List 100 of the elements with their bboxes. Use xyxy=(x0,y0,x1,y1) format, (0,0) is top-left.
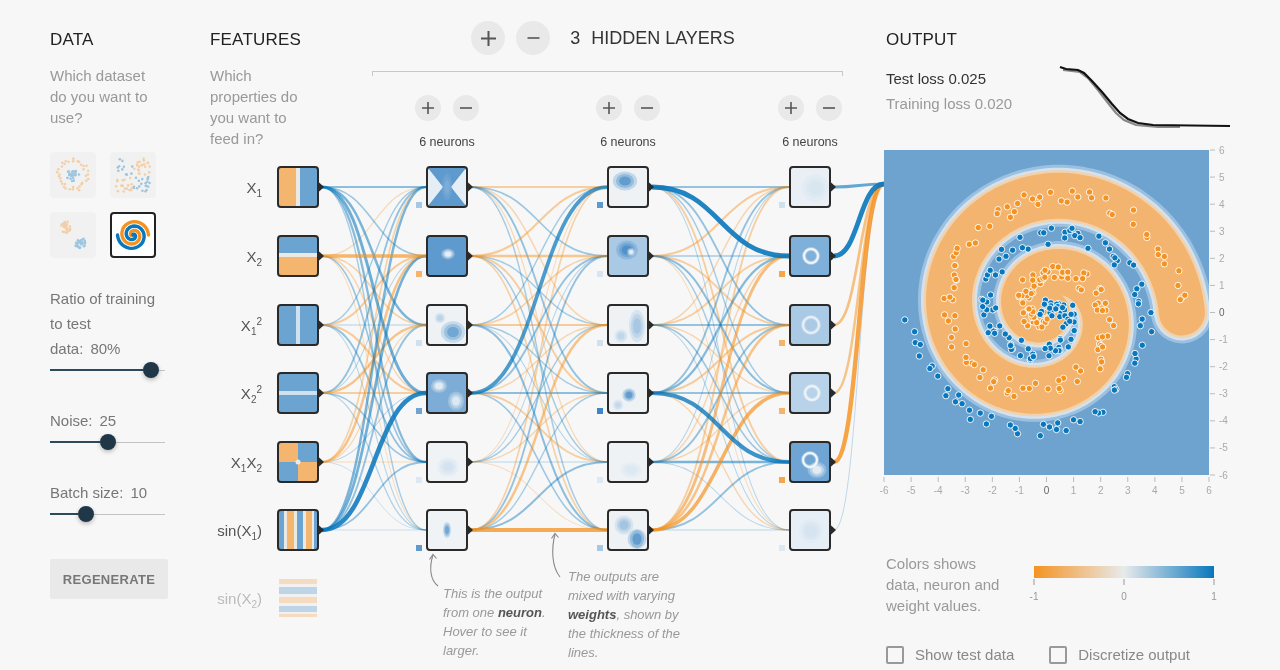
axis-label: -5 xyxy=(906,485,916,496)
annotation-text: The outputs are mixed with varying weights, shown by the thickness of the lines. xyxy=(568,568,681,662)
feature-node[interactable] xyxy=(277,509,325,551)
add-neuron-button[interactable] xyxy=(415,95,441,121)
axis-label: -6 xyxy=(879,485,889,496)
remove-neuron-button[interactable] xyxy=(453,95,479,121)
checkbox[interactable] xyxy=(1049,646,1068,664)
checkbox-label: Discretize output xyxy=(1078,646,1190,664)
neuron-count: 6 neurons xyxy=(782,135,838,150)
bias-square-icon xyxy=(779,408,785,414)
bias-square-icon xyxy=(416,408,422,414)
axis-label: -1 xyxy=(1014,485,1024,496)
bias-square-icon xyxy=(597,271,603,277)
ring-dots-icon xyxy=(54,156,92,194)
axis-label: -6 xyxy=(1219,469,1228,481)
checkbox[interactable] xyxy=(886,646,904,664)
feature-node[interactable] xyxy=(277,441,325,483)
slider-label: Batch size: 10 xyxy=(50,483,149,503)
feature-node[interactable] xyxy=(277,304,325,346)
bias-square-icon xyxy=(416,545,422,551)
slider-label: Noise: 25 xyxy=(50,411,118,431)
axis-label: 1 xyxy=(1219,279,1225,291)
slider-thumb[interactable] xyxy=(77,506,94,522)
slider-thumb[interactable] xyxy=(99,434,116,450)
add-neuron-button[interactable] xyxy=(778,95,804,121)
scale-label: 1 xyxy=(1211,591,1217,602)
scale-label: -1 xyxy=(1029,591,1039,602)
layer-count: 3 xyxy=(570,27,581,49)
regenerate-button[interactable]: REGENERATE xyxy=(50,559,168,599)
feature-label: X$_{1}$ xyxy=(245,178,262,196)
bias-square-icon xyxy=(416,202,422,208)
plus-icon xyxy=(603,102,615,114)
bias-square-icon xyxy=(597,202,603,208)
axis-label: -2 xyxy=(1219,361,1228,373)
neuron-node xyxy=(789,166,837,208)
neuron-node xyxy=(789,441,837,483)
axis-label: -4 xyxy=(1219,415,1228,427)
feature-label: X$_{2}$ xyxy=(245,247,262,265)
neuron-count: 6 neurons xyxy=(419,135,475,150)
section-title: HIDDEN LAYERS xyxy=(591,27,735,49)
add-neuron-button[interactable] xyxy=(596,95,622,121)
plus-icon xyxy=(480,30,496,46)
curved-arrow-icon xyxy=(427,553,441,587)
neuron-node xyxy=(607,304,655,346)
training-loss: Training loss 0.020 xyxy=(886,94,1014,114)
axis-label: 6 xyxy=(1206,485,1212,496)
feature-label: sin(X$_{1}$) xyxy=(216,521,262,539)
bias-square-icon xyxy=(779,340,785,346)
axis-label: 2 xyxy=(1097,485,1104,496)
bias-square-icon xyxy=(779,545,785,551)
neuron-node xyxy=(607,166,655,208)
neuron-node xyxy=(426,372,474,414)
bias-square-icon xyxy=(779,477,785,483)
feature-node[interactable] xyxy=(277,235,325,277)
quadrant-dots-icon xyxy=(114,156,152,194)
remove-neuron-button[interactable] xyxy=(634,95,660,121)
section-title: OUTPUT xyxy=(886,30,959,50)
axis-label: 5 xyxy=(1179,485,1185,496)
bias-square-icon xyxy=(597,340,603,346)
axis-label: 2 xyxy=(1219,252,1225,264)
axis-label: 0 xyxy=(1043,485,1050,496)
bias-square-icon xyxy=(597,545,603,551)
axis-label: 3 xyxy=(1124,485,1131,496)
test-loss: Test loss 0.025 xyxy=(886,69,988,89)
axis-label: -5 xyxy=(1219,442,1228,454)
feature-node[interactable] xyxy=(277,372,325,414)
curved-arrow-icon xyxy=(549,532,563,578)
feature-node[interactable] xyxy=(277,166,325,208)
add-layer-button[interactable] xyxy=(471,21,506,55)
bias-square-icon xyxy=(779,271,785,277)
minus-icon xyxy=(460,107,472,109)
feature-label: X$_{1}$X$_{2}$ xyxy=(229,453,262,471)
neuron-node xyxy=(789,235,837,277)
axis-label: 0 xyxy=(1219,307,1225,318)
slider-thumb[interactable] xyxy=(143,362,160,378)
axis-label: -3 xyxy=(960,485,970,496)
axis-label: 4 xyxy=(1152,485,1158,496)
feature-label: sin(X$_{2}$) xyxy=(216,589,262,607)
bias-square-icon xyxy=(416,477,422,483)
axis-label: 1 xyxy=(1070,485,1077,496)
minus-icon xyxy=(823,107,835,109)
neuron-node xyxy=(426,509,474,551)
checkbox-label: Show test data xyxy=(915,646,1015,664)
legend-text: Colors shows data, neuron and weight values. xyxy=(886,554,1001,616)
axis-label: -4 xyxy=(933,485,943,496)
neuron-node xyxy=(789,509,837,551)
neuron-node xyxy=(607,235,655,277)
neuron-node xyxy=(607,441,655,483)
axis-label: 3 xyxy=(1219,225,1225,237)
neuron-node xyxy=(426,304,474,346)
axis-label: 5 xyxy=(1219,171,1225,183)
axis-label: -1 xyxy=(1219,334,1228,346)
section-title: FEATURES xyxy=(210,30,303,50)
section-description: Which dataset do you want to use? xyxy=(50,66,149,128)
neuron-node xyxy=(789,304,837,346)
neuron-count: 6 neurons xyxy=(600,135,656,150)
neuron-node xyxy=(789,372,837,414)
minus-icon xyxy=(641,107,653,109)
remove-neuron-button[interactable] xyxy=(816,95,842,121)
dataset-option[interactable] xyxy=(110,212,156,258)
